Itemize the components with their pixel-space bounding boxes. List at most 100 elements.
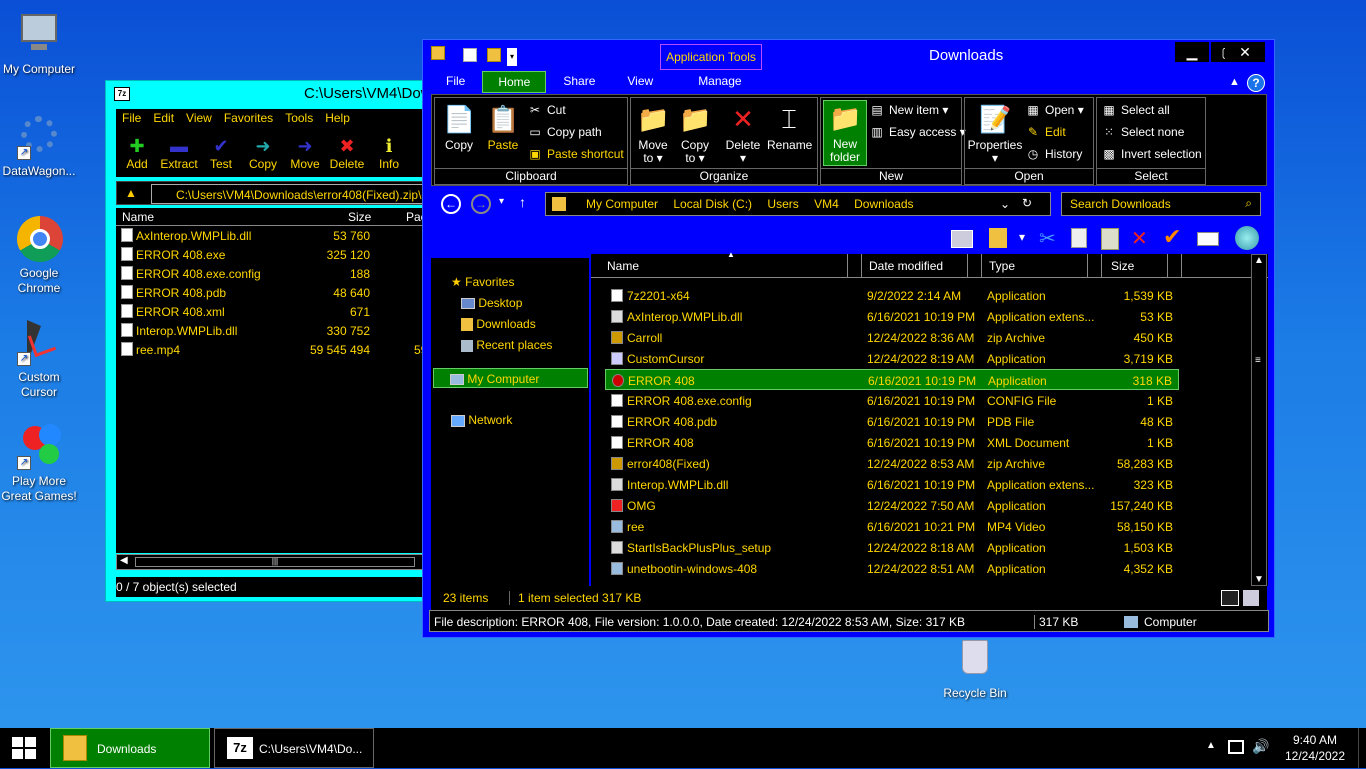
column-size[interactable]: Size	[348, 210, 371, 224]
nav-network[interactable]: Network	[451, 410, 512, 430]
show-desktop-button[interactable]	[1358, 728, 1366, 768]
quick-access-dropdown-icon[interactable]: ▾	[507, 48, 517, 66]
delete-button[interactable]: ✕ Delete ▾	[721, 102, 765, 165]
test-button[interactable]: ✔ Test	[200, 129, 242, 177]
file-row[interactable]: CustomCursor 12/24/2022 8:19 AM Applicatio…	[605, 348, 1179, 369]
copy-icon[interactable]	[1071, 228, 1087, 248]
scroll-thumb[interactable]: ≡	[1255, 355, 1261, 366]
list-item[interactable]: AxInterop.WMPLib.dll 53 760	[116, 226, 424, 245]
up-arrow-icon[interactable]: ↑	[519, 194, 526, 210]
scroll-up-icon[interactable]: ▲	[1254, 255, 1264, 266]
minimize-button[interactable]: ▁	[1175, 42, 1209, 62]
file-row[interactable]: StartIsBackPlusPlus_setup 12/24/2022 8:18…	[605, 537, 1179, 558]
nav-downloads[interactable]: Downloads	[461, 314, 536, 334]
list-item[interactable]: ree.mp4 59 545 494 59	[116, 340, 427, 359]
tab-share[interactable]: Share	[548, 71, 610, 93]
file-row[interactable]: Interop.WMPLib.dll 6/16/2021 10:19 PM Appl…	[605, 474, 1179, 495]
application-tools-tab[interactable]: Application Tools	[660, 44, 762, 70]
7zip-file-list[interactable]: Name Size Pac AxInterop.WMPLib.dll 53 760…	[116, 208, 427, 553]
tiles-view-icon[interactable]	[1243, 590, 1259, 606]
edit-button[interactable]: ✎ Edit	[1025, 122, 1066, 142]
list-item[interactable]: Interop.WMPLib.dll 330 752	[116, 321, 424, 340]
file-row[interactable]: ERROR 408.exe.config 6/16/2021 10:19 PM CO…	[605, 390, 1179, 411]
scissors-icon[interactable]: ✂	[1039, 226, 1056, 251]
explorer-window[interactable]: ▾ Application Tools Downloads ▁ ▢ ✕ File…	[422, 39, 1275, 638]
column-type[interactable]: Type	[989, 259, 1015, 273]
properties-icon[interactable]	[463, 48, 477, 62]
breadcrumb-users[interactable]: Users	[767, 197, 798, 211]
paste-icon[interactable]	[1101, 228, 1119, 250]
delete-icon[interactable]: ✕	[1131, 226, 1148, 251]
clock[interactable]: 9:40 AM 12/24/2022	[1280, 732, 1350, 764]
menu-edit[interactable]: Edit	[147, 109, 180, 129]
properties-button[interactable]: 📝 Properties ▾	[967, 102, 1023, 165]
7zip-path-input[interactable]: C:\Users\VM4\Downloads\error408(Fixed).z…	[151, 184, 423, 204]
breadcrumb-local-disk[interactable]: Local Disk (C:)	[673, 197, 752, 211]
tab-home[interactable]: Home	[482, 71, 547, 93]
taskbar-explorer-button[interactable]: Downloads	[50, 728, 210, 768]
breadcrumb-downloads[interactable]: Downloads	[854, 197, 913, 211]
invert-selection-button[interactable]: ▩ Invert selection	[1101, 144, 1201, 164]
globe-icon[interactable]	[1235, 226, 1259, 250]
start-button[interactable]	[0, 728, 48, 768]
forward-button[interactable]: →	[471, 194, 491, 214]
close-button[interactable]: ✕	[1225, 42, 1265, 62]
move-to-button[interactable]: 📁 Move to ▾	[631, 102, 675, 165]
recent-locations-icon[interactable]: ▾	[499, 196, 504, 207]
vertical-scrollbar[interactable]: ▲ ≡ ▼	[1251, 254, 1267, 586]
desktop-icon-my-computer[interactable]: My Computer	[0, 10, 78, 77]
desktop-icon-play-more-games[interactable]: ↗ Play More Great Games!	[0, 422, 78, 504]
breadcrumb[interactable]: My Computer Local Disk (C:) Users VM4 Do…	[545, 192, 1051, 216]
menu-file[interactable]: File	[116, 109, 147, 129]
column-date-modified[interactable]: Date modified	[869, 259, 943, 273]
desktop-icon-datawagon[interactable]: ↗ DataWagon...	[0, 112, 78, 179]
new-item-button[interactable]: ▤ New item ▾	[869, 100, 948, 120]
list-item[interactable]: ERROR 408.exe 325 120	[116, 245, 424, 264]
file-row[interactable]: 7z2201-x64 9/2/2022 2:14 AM Application 1,5…	[605, 285, 1179, 306]
folder-options-icon[interactable]	[989, 228, 1007, 248]
scroll-thumb[interactable]: |||	[135, 557, 415, 567]
show-hidden-icons[interactable]: ▲	[1206, 740, 1216, 751]
paste-shortcut-button[interactable]: ▣ Paste shortcut	[527, 144, 623, 164]
7zip-horizontal-scrollbar[interactable]: ◀ |||	[116, 554, 424, 570]
network-icon[interactable]	[1228, 740, 1244, 754]
checkmark-icon[interactable]: ✔	[1163, 224, 1181, 250]
collapse-ribbon-icon[interactable]: ▲	[1229, 76, 1240, 88]
history-button[interactable]: ◷ History	[1025, 144, 1083, 164]
file-row[interactable]: error408(Fixed) 12/24/2022 8:53 AM zip Arc…	[605, 453, 1179, 474]
copy-to-button[interactable]: 📁 Copy to ▾	[673, 102, 717, 165]
scroll-down-icon[interactable]: ▼	[1254, 574, 1264, 585]
volume-icon[interactable]: 🔊	[1252, 738, 1269, 755]
menu-view[interactable]: View	[180, 109, 218, 129]
menu-tools[interactable]: Tools	[279, 109, 319, 129]
new-folder-button[interactable]: 📁 New folder	[823, 100, 867, 166]
preview-pane-icon[interactable]	[951, 230, 973, 248]
paste-button[interactable]: 📋 Paste	[481, 102, 525, 152]
cut-button[interactable]: ✂ Cut	[527, 100, 566, 120]
open-button[interactable]: ▦ Open ▾	[1025, 100, 1083, 120]
add-button[interactable]: ✚ Add	[116, 129, 158, 177]
back-button[interactable]: ←	[441, 194, 461, 214]
file-row[interactable]: ree 6/16/2021 10:21 PM MP4 Video 58,150 KB	[605, 516, 1179, 537]
refresh-icon[interactable]: ↻	[1022, 196, 1032, 210]
file-row[interactable]: ERROR 408 6/16/2021 10:19 PM XML Document 1…	[605, 432, 1179, 453]
copy-button[interactable]: ➜ Copy	[242, 129, 284, 177]
rename-icon[interactable]	[1197, 232, 1219, 246]
chevron-down-icon[interactable]: ⌄	[1000, 197, 1010, 211]
column-name[interactable]: Name	[122, 210, 154, 224]
7zip-window[interactable]: 7z C:\Users\VM4\Dow File Edit View Favor…	[105, 80, 427, 602]
menu-help[interactable]: Help	[319, 109, 356, 129]
info-button[interactable]: ℹ Info	[368, 129, 410, 177]
taskbar-7zip-button[interactable]: 7z C:\Users\VM4\Do...	[214, 728, 374, 768]
scroll-left-icon[interactable]: ◀	[120, 555, 128, 566]
details-view-icon[interactable]	[1221, 590, 1239, 606]
desktop-icon-recycle-bin[interactable]: Recycle Bin	[936, 636, 1014, 701]
explorer-title-bar[interactable]: ▾ Application Tools Downloads ▁ ▢ ✕	[423, 40, 1274, 70]
select-all-button[interactable]: ▦ Select all	[1101, 100, 1169, 120]
copy-path-button[interactable]: ▭ Copy path	[527, 122, 601, 142]
file-row[interactable]: OMG 12/24/2022 7:50 AM Application 157,240 …	[605, 495, 1179, 516]
breadcrumb-my-computer[interactable]: My Computer	[586, 197, 658, 211]
select-none-button[interactable]: ⁙ Select none	[1101, 122, 1184, 142]
copy-button[interactable]: 📄 Copy	[437, 102, 481, 152]
nav-favorites[interactable]: ★ Favorites	[451, 272, 514, 292]
